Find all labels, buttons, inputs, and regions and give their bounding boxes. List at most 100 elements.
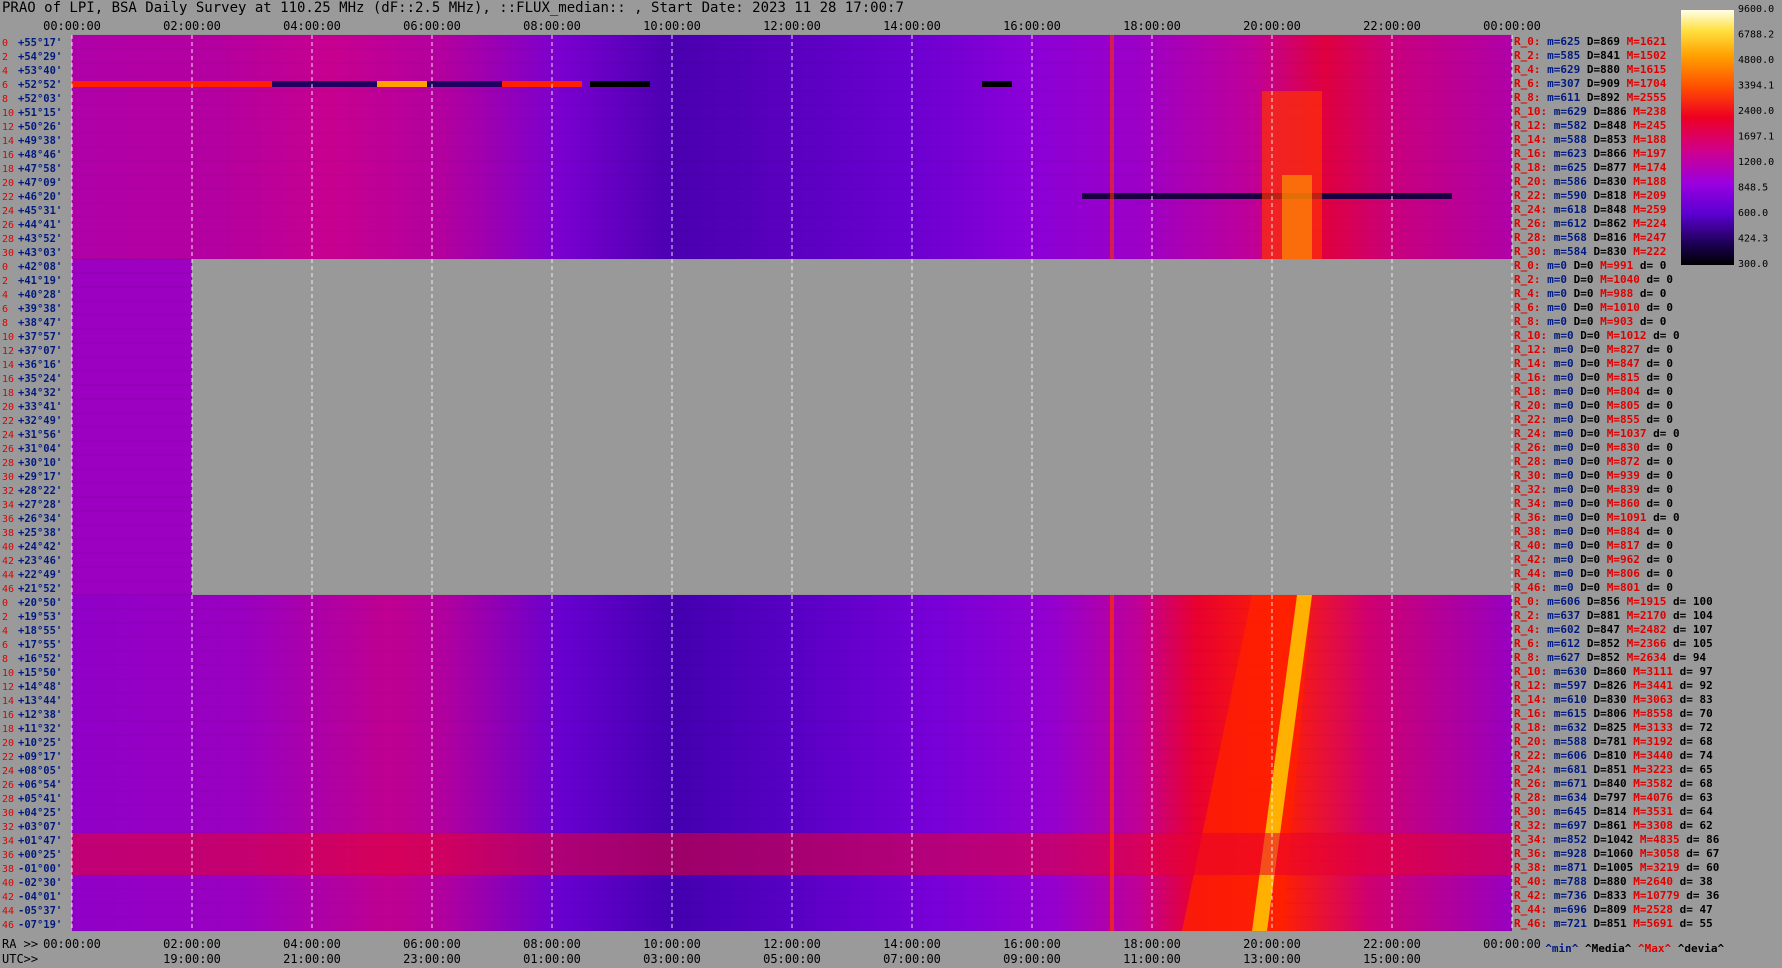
- colorbar-tick-label: 9600.0: [1738, 4, 1774, 15]
- stats-min: m=0: [1553, 357, 1581, 370]
- stats-max: M=830: [1606, 441, 1647, 454]
- row-index-label: 22: [2, 192, 14, 203]
- stats-max: M=804: [1606, 385, 1647, 398]
- stats-min: m=627: [1547, 651, 1587, 664]
- stats-row: R_38: m=871 D=1005 M=3219 d= 60: [1514, 862, 1726, 873]
- stats-row: R_16: m=0 D=0 M=815 d= 0: [1514, 372, 1680, 383]
- row-index-label: 30: [2, 472, 14, 483]
- declination-label: +40°28': [18, 289, 62, 301]
- stats-min: m=0: [1553, 525, 1581, 538]
- stats-max: M=3219: [1639, 861, 1687, 874]
- stats-min: m=0: [1547, 301, 1574, 314]
- legend-min: ^min^: [1545, 942, 1579, 955]
- declination-label: -01°00': [18, 863, 62, 875]
- stats-row-name: R_12:: [1514, 119, 1554, 132]
- row-index-label: 20: [2, 738, 14, 749]
- stats-max: M=991: [1600, 259, 1640, 272]
- declination-label: +43°03': [18, 247, 62, 259]
- stats-row: R_32: m=697 D=861 M=3308 d= 62: [1514, 820, 1719, 831]
- stats-row-name: R_6:: [1514, 77, 1548, 90]
- stats-max: M=3531: [1633, 805, 1680, 818]
- stats-deviation: d= 47: [1679, 903, 1720, 916]
- stats-min: m=590: [1553, 189, 1594, 202]
- stats-row-name: R_14:: [1514, 357, 1554, 370]
- stats-row: R_8: m=627 D=852 M=2634 d= 94: [1514, 652, 1713, 663]
- stats-deviation: d= 86: [1686, 833, 1726, 846]
- stats-row-name: R_46:: [1514, 581, 1554, 594]
- colorbar-tick-label: 3394.1: [1738, 81, 1774, 92]
- row-index-label: 32: [2, 486, 14, 497]
- stats-row: R_30: m=645 D=814 M=3531 d= 64: [1514, 806, 1719, 817]
- stats-median: D=886: [1593, 105, 1634, 118]
- stats-median: D=852: [1586, 637, 1627, 650]
- stats-median: D=869: [1586, 35, 1627, 48]
- stats-row: R_22: m=606 D=810 M=3440 d= 74: [1514, 750, 1719, 761]
- stats-median: D=841: [1586, 49, 1627, 62]
- stats-deviation: d= 0: [1646, 567, 1680, 580]
- stats-max: M=884: [1606, 525, 1647, 538]
- stats-median: D=0: [1580, 497, 1607, 510]
- stats-max: M=3441: [1633, 679, 1680, 692]
- stats-median: D=0: [1573, 315, 1601, 328]
- stats-row-name: R_8:: [1514, 651, 1548, 664]
- stats-row: R_30: m=584 D=830 M=222: [1514, 246, 1673, 257]
- stats-deviation: d= 0: [1653, 427, 1687, 440]
- stats-median: D=809: [1593, 903, 1634, 916]
- stats-max: M=1091: [1606, 511, 1654, 524]
- stats-row: R_24: m=618 D=848 M=259: [1514, 204, 1673, 215]
- stats-row-name: R_2:: [1514, 273, 1548, 286]
- row-index-label: 14: [2, 136, 14, 147]
- stats-min: m=610: [1553, 693, 1594, 706]
- declination-label: +47°09': [18, 177, 62, 189]
- stats-min: m=671: [1553, 777, 1594, 790]
- stats-deviation: d= 68: [1679, 735, 1720, 748]
- stats-row: R_36: m=0 D=0 M=1091 d= 0: [1514, 512, 1686, 523]
- row-index-label: 2: [2, 612, 8, 623]
- stats-max: M=4076: [1633, 791, 1680, 804]
- stats-min: m=0: [1553, 497, 1581, 510]
- stats-min: m=871: [1553, 861, 1594, 874]
- stats-min: m=0: [1553, 581, 1581, 594]
- declination-label: +51°15': [18, 107, 62, 119]
- stats-median: D=0: [1580, 483, 1607, 496]
- stats-deviation: d= 74: [1679, 749, 1720, 762]
- stats-row-name: R_8:: [1514, 91, 1548, 104]
- stats-median: D=851: [1593, 763, 1634, 776]
- stats-row-name: R_20:: [1514, 175, 1554, 188]
- stats-median: D=0: [1580, 455, 1607, 468]
- stats-deviation: d= 0: [1646, 553, 1680, 566]
- row-index-label: 34: [2, 500, 14, 511]
- stats-median: D=0: [1573, 287, 1601, 300]
- stats-row: R_30: m=0 D=0 M=939 d= 0: [1514, 470, 1680, 481]
- stats-row-name: R_30:: [1514, 245, 1554, 258]
- stats-median: D=830: [1593, 245, 1634, 258]
- row-index-label: 42: [2, 556, 14, 567]
- stats-median: D=0: [1580, 371, 1607, 384]
- stats-row-name: R_34:: [1514, 833, 1554, 846]
- stats-median: D=0: [1580, 357, 1607, 370]
- stats-row-name: R_44:: [1514, 567, 1554, 580]
- colorbar: [1681, 10, 1734, 265]
- x-tick-top: 12:00:00: [763, 19, 821, 33]
- stats-row: R_40: m=788 D=880 M=2640 d= 38: [1514, 876, 1719, 887]
- stats-min: m=681: [1553, 763, 1594, 776]
- stats-row: R_24: m=681 D=851 M=3223 d= 65: [1514, 764, 1719, 775]
- stats-max: M=222: [1633, 245, 1673, 258]
- x-tick-utc: 21:00:00: [283, 952, 341, 966]
- stats-deviation: d= 62: [1679, 819, 1720, 832]
- row-index-label: 18: [2, 164, 14, 175]
- stats-min: m=852: [1553, 833, 1594, 846]
- row-index-label: 32: [2, 822, 14, 833]
- stats-min: m=0: [1553, 329, 1581, 342]
- declination-label: +55°17': [18, 37, 62, 49]
- stats-deviation: d= 0: [1646, 441, 1680, 454]
- x-tick-utc: 05:00:00: [763, 952, 821, 966]
- stats-row: R_4: m=602 D=847 M=2482 d= 107: [1514, 624, 1719, 635]
- stats-row: R_34: m=852 D=1042 M=4835 d= 86: [1514, 834, 1726, 845]
- stats-row-name: R_10:: [1514, 105, 1554, 118]
- stats-row-name: R_18:: [1514, 721, 1554, 734]
- declination-label: +17°55': [18, 639, 62, 651]
- declination-label: -04°01': [18, 891, 62, 903]
- stats-median: D=1042: [1593, 833, 1640, 846]
- stats-row: R_6: m=307 D=909 M=1704: [1514, 78, 1673, 89]
